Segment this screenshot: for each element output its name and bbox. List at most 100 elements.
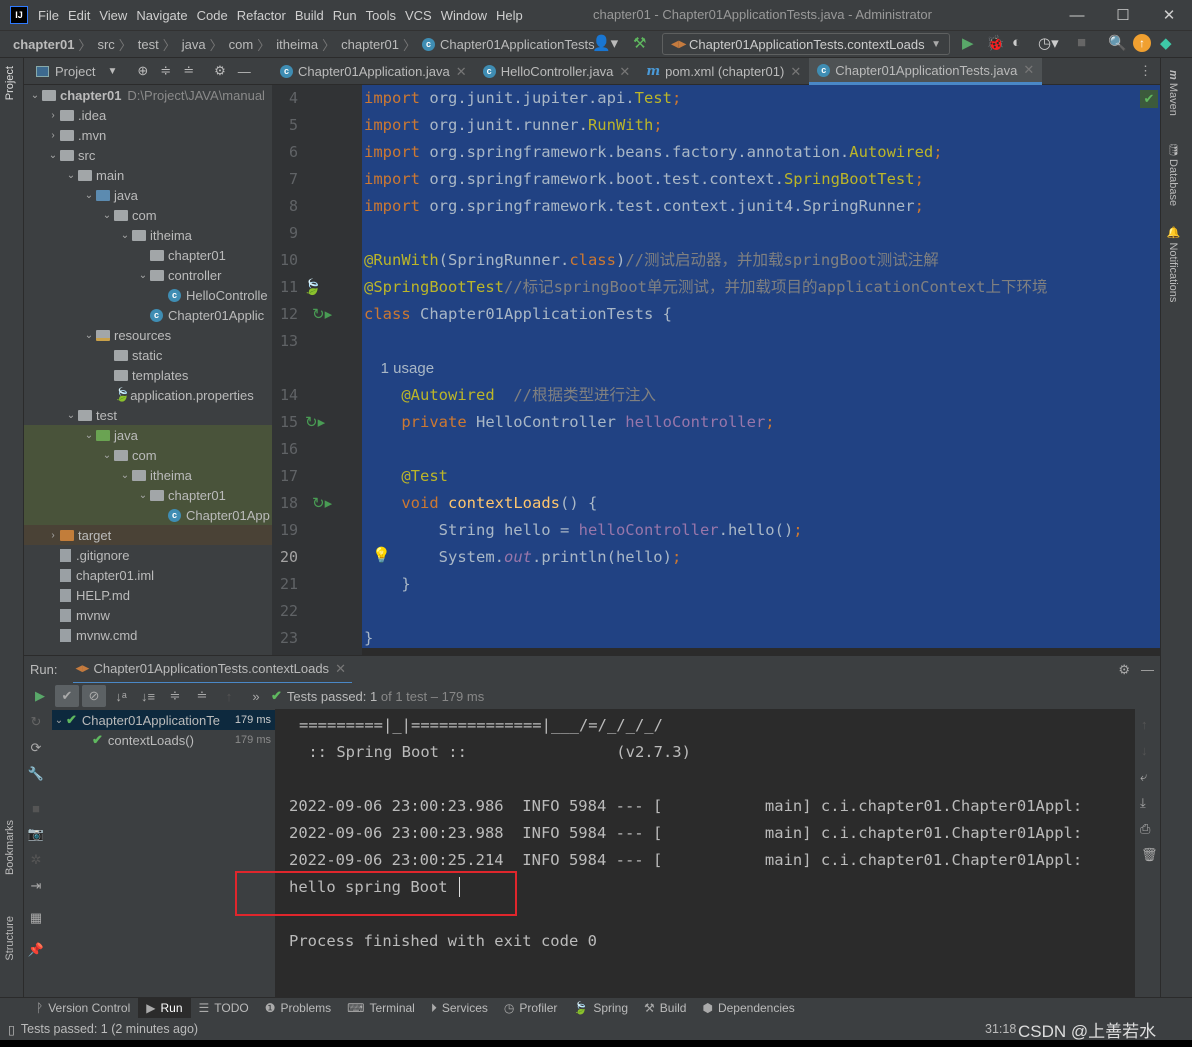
more-tabs-icon[interactable]: ⋮ xyxy=(1139,63,1152,79)
tool-tab-spring[interactable]: 🍃 Spring xyxy=(565,998,636,1019)
tree-item[interactable]: chapter01.iml xyxy=(24,565,272,585)
breadcrumb-item[interactable]: com xyxy=(229,37,254,52)
tool-tab-version-control[interactable]: ᚹ Version Control xyxy=(28,998,138,1019)
layout-icon[interactable]: ▦ xyxy=(24,907,48,929)
autowired-icon[interactable]: ↻▸ xyxy=(305,413,325,431)
maven-tool-button[interactable]: m Maven xyxy=(1167,70,1179,116)
tree-item[interactable]: templates xyxy=(24,365,272,385)
collapse-all-icon[interactable]: ≐ xyxy=(190,685,214,707)
tree-item[interactable]: c Chapter01App xyxy=(24,505,272,525)
breadcrumb-item[interactable]: Chapter01ApplicationTests xyxy=(440,37,595,52)
inspections-ok-icon[interactable]: ✔ xyxy=(1140,90,1158,108)
tree-item[interactable]: ⌄ chapter01 xyxy=(24,485,272,505)
tree-item[interactable]: HELP.md xyxy=(24,585,272,605)
tree-item[interactable]: ⌄ src xyxy=(24,145,272,165)
breadcrumb-item[interactable]: chapter01 xyxy=(13,37,74,52)
run-configuration-select[interactable]: ◀▶ Chapter01ApplicationTests.contextLoad… xyxy=(662,33,950,55)
chevron-right-icon[interactable]: › xyxy=(46,530,60,541)
tree-item[interactable]: static xyxy=(24,345,272,365)
pin-icon[interactable]: 📌 xyxy=(24,939,48,961)
rerun-failed-icon[interactable]: ↻ xyxy=(24,711,48,733)
collapse-all-icon[interactable]: ≐ xyxy=(183,63,194,79)
tree-item[interactable]: ⌄ itheima xyxy=(24,225,272,245)
menu-build[interactable]: Build xyxy=(295,8,324,23)
test-case-row[interactable]: ✔ contextLoads() 179 ms xyxy=(52,730,275,750)
chevron-down-icon[interactable]: ⌄ xyxy=(28,90,42,101)
test-suite-row[interactable]: ⌄ ✔ Chapter01ApplicationTe 179 ms xyxy=(52,710,275,730)
close-tab-icon[interactable]: ✕ xyxy=(1023,62,1034,78)
tree-item[interactable]: ⌄ java xyxy=(24,185,272,205)
bookmarks-tool-button[interactable]: Bookmarks xyxy=(4,820,16,875)
user-icon[interactable]: 👤▾ xyxy=(592,34,618,52)
tree-item[interactable]: ⌄ com xyxy=(24,205,272,225)
expand-all-icon[interactable]: ≑ xyxy=(163,685,187,707)
breadcrumb-item[interactable]: src xyxy=(97,37,114,52)
structure-tool-button[interactable]: Structure xyxy=(4,916,16,961)
tree-item[interactable]: › .mvn xyxy=(24,125,272,145)
tree-item[interactable]: chapter01 xyxy=(24,245,272,265)
project-view-select[interactable]: Project xyxy=(55,64,95,79)
camera-icon[interactable]: 📷 xyxy=(24,823,48,845)
chevron-down-icon[interactable]: ⌄ xyxy=(82,190,96,201)
expand-all-icon[interactable]: ≑ xyxy=(160,63,171,79)
sort-alpha-icon[interactable]: ↓ᵃ xyxy=(109,685,133,707)
breadcrumb-item[interactable]: java xyxy=(182,37,206,52)
breadcrumb-item[interactable]: chapter01 xyxy=(341,37,399,52)
close-tab-icon[interactable]: ✕ xyxy=(335,661,346,677)
chevron-right-icon[interactable]: › xyxy=(46,110,60,121)
tree-item[interactable]: mvnw.cmd xyxy=(24,625,272,645)
lightbulb-icon[interactable]: 💡 xyxy=(372,546,391,564)
chevron-down-icon[interactable]: ⌄ xyxy=(136,490,150,501)
run-test-icon[interactable]: ↻▸ xyxy=(312,305,332,323)
print-icon[interactable]: ⎙ xyxy=(1140,821,1150,837)
menu-edit[interactable]: Edit xyxy=(68,8,90,23)
tree-item[interactable]: ⌄ chapter01 D:\Project\JAVA\manual xyxy=(24,85,272,105)
status-message[interactable]: Tests passed: 1 (2 minutes ago) xyxy=(21,1022,198,1036)
profile-icon[interactable]: ◷▾ xyxy=(1038,34,1059,52)
sort-duration-icon[interactable]: ↓≡ xyxy=(136,685,160,707)
menu-help[interactable]: Help xyxy=(496,8,523,23)
chevron-down-icon[interactable]: ⌄ xyxy=(118,230,132,241)
debug-icon[interactable]: ✲ xyxy=(24,849,48,871)
menu-vcs[interactable]: VCS xyxy=(405,8,432,23)
menu-refactor[interactable]: Refactor xyxy=(237,8,286,23)
build-hammer-icon[interactable]: ⚒ xyxy=(633,34,646,52)
tree-item[interactable]: 🍃 application.properties xyxy=(24,385,272,405)
tree-item[interactable]: › target xyxy=(24,525,272,545)
run-tab[interactable]: ◀▶ Chapter01ApplicationTests.contextLoad… xyxy=(73,656,352,684)
tool-tab-dependencies[interactable]: ⬢ Dependencies xyxy=(694,998,802,1019)
more-icon[interactable]: » xyxy=(244,685,268,707)
chevron-down-icon[interactable]: ⌄ xyxy=(46,150,60,161)
tool-tab-build[interactable]: ⚒ Build xyxy=(636,998,694,1019)
tab-chapter01applicationtests[interactable]: c Chapter01ApplicationTests.java ✕ xyxy=(809,58,1043,85)
chevron-down-icon[interactable]: ⌄ xyxy=(100,450,114,461)
tree-item[interactable]: ⌄ java xyxy=(24,425,272,445)
stop-icon[interactable]: ■ xyxy=(1077,34,1086,51)
console-output[interactable]: =========|_|==============|___/=/_/_/_/ … xyxy=(275,709,1135,997)
run-icon[interactable]: ▶ xyxy=(962,34,974,52)
run-test-icon[interactable]: ↻▸ xyxy=(312,494,332,512)
tree-item[interactable]: c HelloControlle xyxy=(24,285,272,305)
database-tool-button[interactable]: 🛢 Database xyxy=(1167,142,1180,206)
previous-failed-icon[interactable]: ↑ xyxy=(217,685,241,707)
tool-tab-profiler[interactable]: ◷ Profiler xyxy=(496,998,566,1019)
tab-hellocontroller[interactable]: c HelloController.java ✕ xyxy=(475,58,639,85)
tree-item[interactable]: ⌄ test xyxy=(24,405,272,425)
search-icon[interactable]: 🔍 xyxy=(1108,34,1127,52)
menu-file[interactable]: File xyxy=(38,8,59,23)
tree-item[interactable]: ⌄ resources xyxy=(24,325,272,345)
tree-item[interactable]: .gitignore xyxy=(24,545,272,565)
show-ignored-icon[interactable]: ⊘ xyxy=(82,685,106,707)
breadcrumb-item[interactable]: itheima xyxy=(276,37,318,52)
chevron-right-icon[interactable]: › xyxy=(46,130,60,141)
chevron-down-icon[interactable]: ⌄ xyxy=(64,410,78,421)
stop-icon[interactable]: ■ xyxy=(24,797,48,819)
update-icon[interactable]: ↑ xyxy=(1133,34,1151,52)
tree-item[interactable]: ⌄ com xyxy=(24,445,272,465)
tree-item[interactable]: ⌄ main xyxy=(24,165,272,185)
tree-item[interactable]: ⌄ itheima xyxy=(24,465,272,485)
breadcrumb-item[interactable]: test xyxy=(138,37,159,52)
toggle-auto-test-icon[interactable]: ⟳ xyxy=(24,737,48,759)
plugin-icon[interactable]: ◆ xyxy=(1160,34,1172,52)
minimize-icon[interactable]: — xyxy=(1054,0,1100,30)
